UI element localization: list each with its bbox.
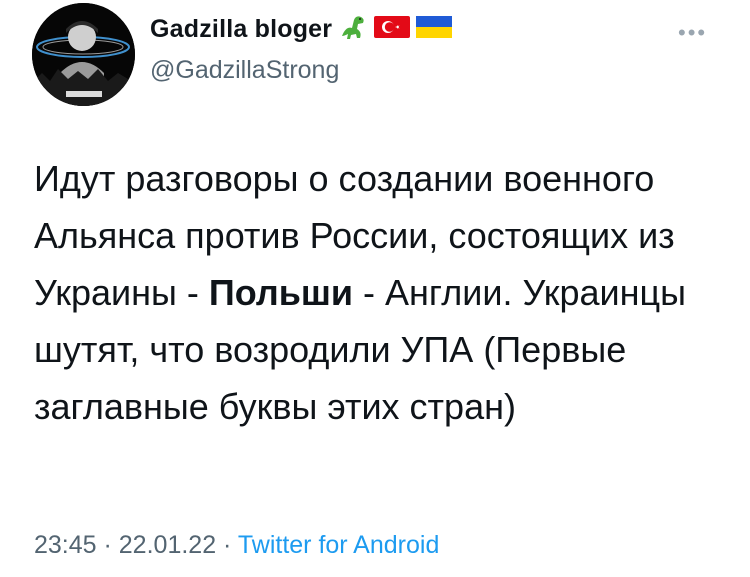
author-handle[interactable]: @GadzillaStrong: [150, 56, 339, 85]
tweet-time[interactable]: 23:45: [34, 531, 97, 559]
turkey-flag-icon: [374, 16, 411, 43]
ukraine-flag-icon: [416, 16, 453, 43]
tweet-text: Идут разговоры о создании военного Альян…: [34, 150, 734, 435]
tweet-meta: 23:45 · 22.01.22 · Twitter for Android: [34, 531, 439, 560]
tweet-source-link[interactable]: Twitter for Android: [238, 531, 439, 559]
author-name-row[interactable]: Gadzilla bloger: [150, 12, 453, 47]
dinosaur-emoji-icon: [338, 12, 368, 47]
tweet-date[interactable]: 22.01.22: [119, 531, 216, 559]
tweet-text-bold: Польши: [208, 272, 354, 313]
author-display-name[interactable]: Gadzilla bloger: [150, 15, 332, 44]
more-options-icon[interactable]: •••: [678, 22, 707, 44]
meta-separator: ·: [216, 531, 238, 559]
avatar[interactable]: [32, 3, 135, 106]
meta-separator: ·: [96, 531, 119, 559]
avatar-image: [32, 3, 135, 106]
